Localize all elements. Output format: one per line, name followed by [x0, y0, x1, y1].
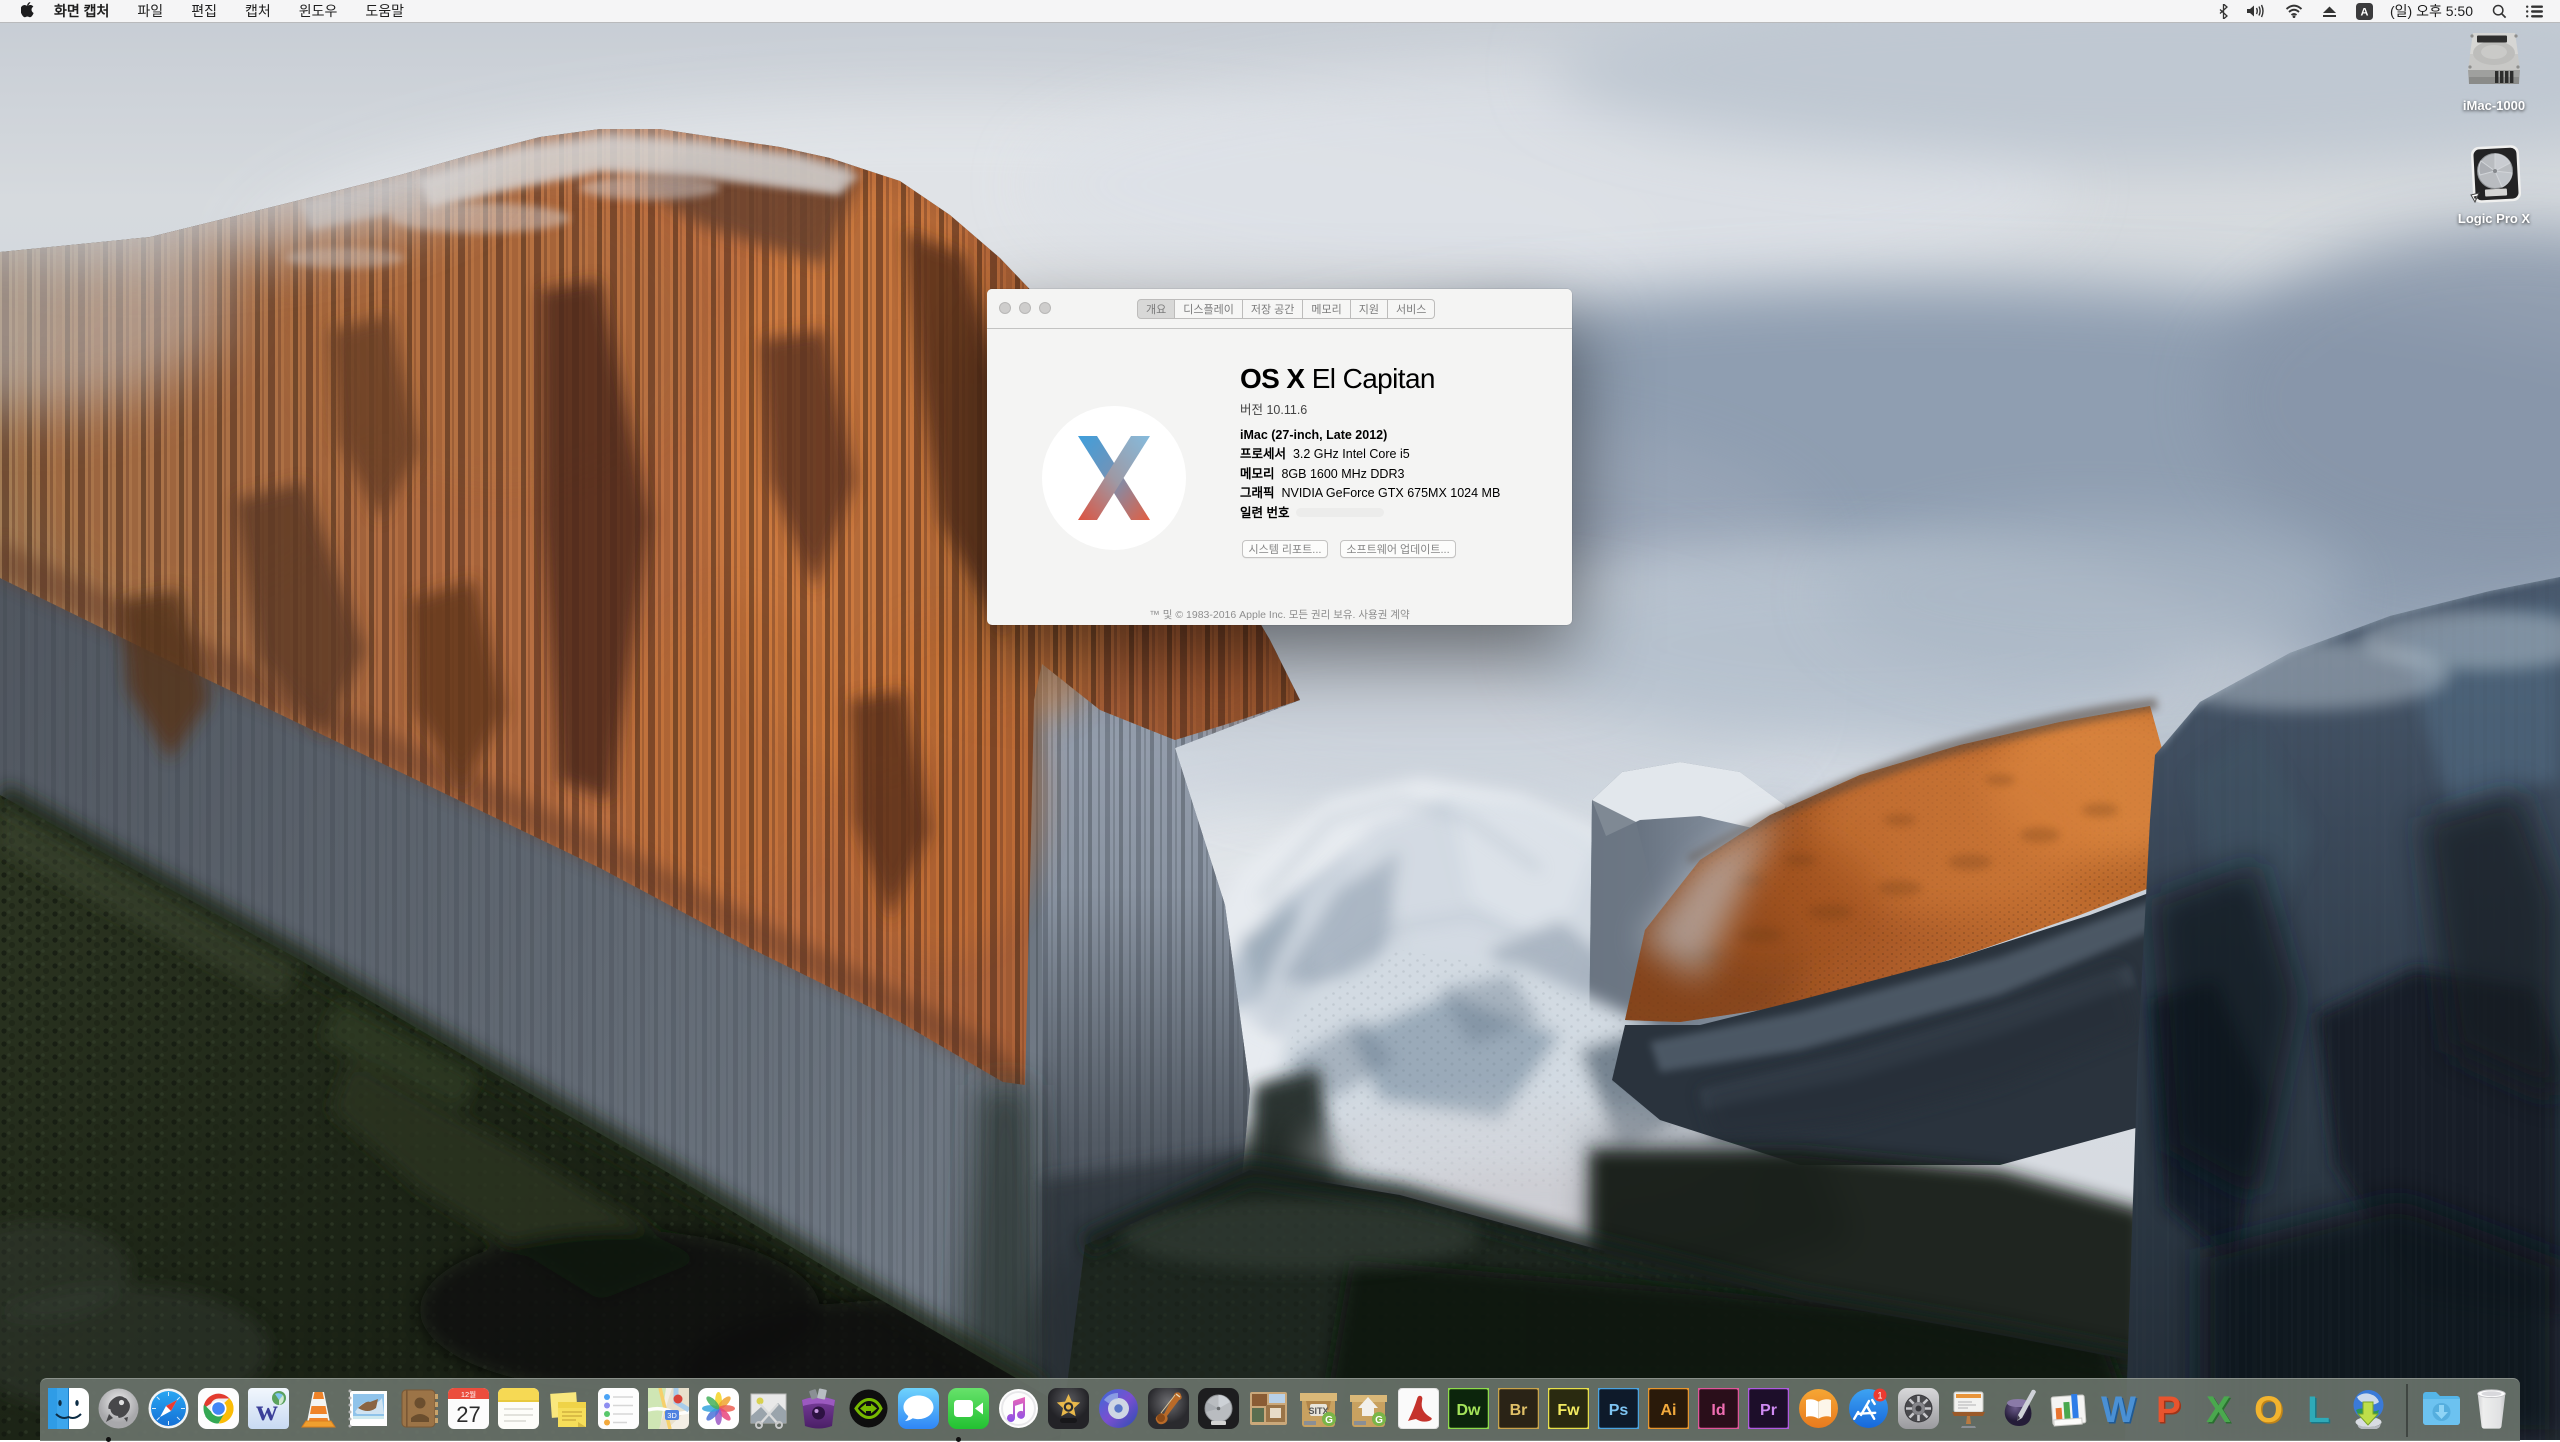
svg-text:P: P — [2156, 1389, 2181, 1429]
svg-text:Fw: Fw — [1557, 1402, 1580, 1419]
svg-text:O: O — [2254, 1389, 2283, 1429]
svg-text:W: W — [2101, 1389, 2136, 1429]
svg-text:Dw: Dw — [1456, 1402, 1481, 1419]
svg-text:Ai: Ai — [1660, 1402, 1676, 1419]
svg-text:27: 27 — [456, 1402, 480, 1427]
svg-text:X: X — [2206, 1389, 2231, 1429]
svg-text:Pr: Pr — [1760, 1402, 1777, 1419]
svg-text:3D: 3D — [667, 1411, 677, 1420]
svg-text:12월: 12월 — [460, 1389, 475, 1399]
svg-text:A: A — [2361, 6, 2369, 18]
svg-text:Br: Br — [1509, 1402, 1527, 1419]
svg-text:G: G — [1375, 1415, 1383, 1426]
svg-text:L: L — [2307, 1389, 2330, 1429]
svg-text:Ps: Ps — [1608, 1402, 1628, 1419]
svg-text:1: 1 — [1877, 1391, 1882, 1401]
svg-text:Id: Id — [1711, 1402, 1725, 1419]
svg-text:G: G — [1325, 1415, 1333, 1426]
